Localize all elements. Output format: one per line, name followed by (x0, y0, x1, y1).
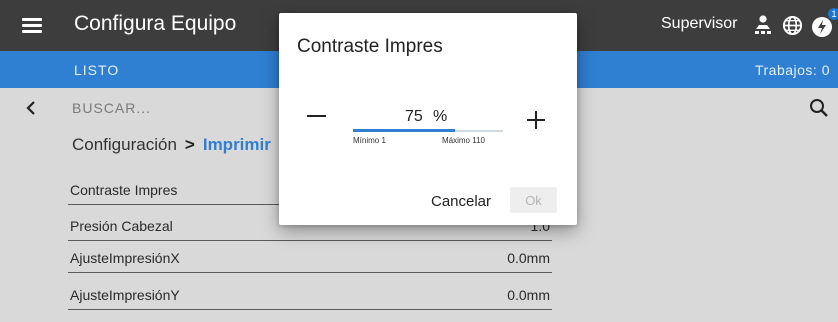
row-divider (68, 309, 552, 310)
setting-label: Presión Cabezal (70, 218, 173, 234)
row-divider (68, 272, 552, 273)
app-title: Configura Equipo (74, 12, 237, 35)
contrast-value-field[interactable]: 75 % (353, 106, 503, 130)
menu-icon[interactable] (22, 18, 42, 34)
breadcrumb-current[interactable]: Imprimir (203, 135, 271, 154)
supervisor-icon[interactable] (752, 14, 774, 36)
minimum-label: Mínimo 1 (353, 136, 386, 145)
decrement-button[interactable] (304, 103, 330, 129)
search-input[interactable] (72, 96, 282, 120)
minus-icon (307, 115, 326, 117)
ok-button[interactable]: Ok (510, 187, 557, 213)
setting-value: 0.0mm (507, 250, 550, 266)
setting-label: AjusteImpresiónY (70, 287, 180, 303)
setting-label: AjusteImpresiónX (70, 250, 180, 266)
contrast-unit: % (433, 108, 448, 125)
cancel-button[interactable]: Cancelar (421, 188, 501, 214)
dialog-title: Contraste Impres (297, 36, 443, 57)
jobs-count: Trabajos: 0 (754, 62, 830, 78)
contrast-dialog: Contraste Impres 75 % Mínimo 1 Máximo 11… (279, 13, 577, 225)
alert-count-badge: 1 (828, 8, 838, 20)
setting-value: 0.0mm (507, 287, 550, 303)
setting-row-ajuste-x[interactable]: AjusteImpresiónX 0.0mm (68, 247, 552, 273)
breadcrumb: Configuración > Imprimir (72, 135, 271, 155)
breadcrumb-separator: > (184, 135, 195, 154)
breadcrumb-parent[interactable]: Configuración (72, 135, 177, 154)
increment-button[interactable] (525, 109, 547, 131)
contrast-slider[interactable] (353, 129, 503, 132)
contrast-value: 75 (405, 108, 423, 125)
back-chevron-icon[interactable] (24, 100, 38, 116)
alert-icon (812, 17, 832, 37)
row-divider (68, 240, 552, 241)
machine-status: LISTO (74, 62, 120, 78)
globe-icon[interactable] (782, 15, 803, 36)
maximum-label: Máximo 110 (442, 136, 485, 145)
setting-row-ajuste-y[interactable]: AjusteImpresiónY 0.0mm (68, 284, 552, 310)
user-role-label[interactable]: Supervisor (661, 15, 737, 33)
slider-fill (353, 129, 455, 132)
search-icon[interactable] (809, 98, 829, 118)
setting-label: Contraste Impres (70, 182, 178, 198)
app-window: Configura Equipo Supervisor 1 LISTO Trab… (0, 0, 838, 322)
alert-button[interactable]: 1 (808, 8, 838, 42)
lightning-icon (818, 20, 826, 34)
